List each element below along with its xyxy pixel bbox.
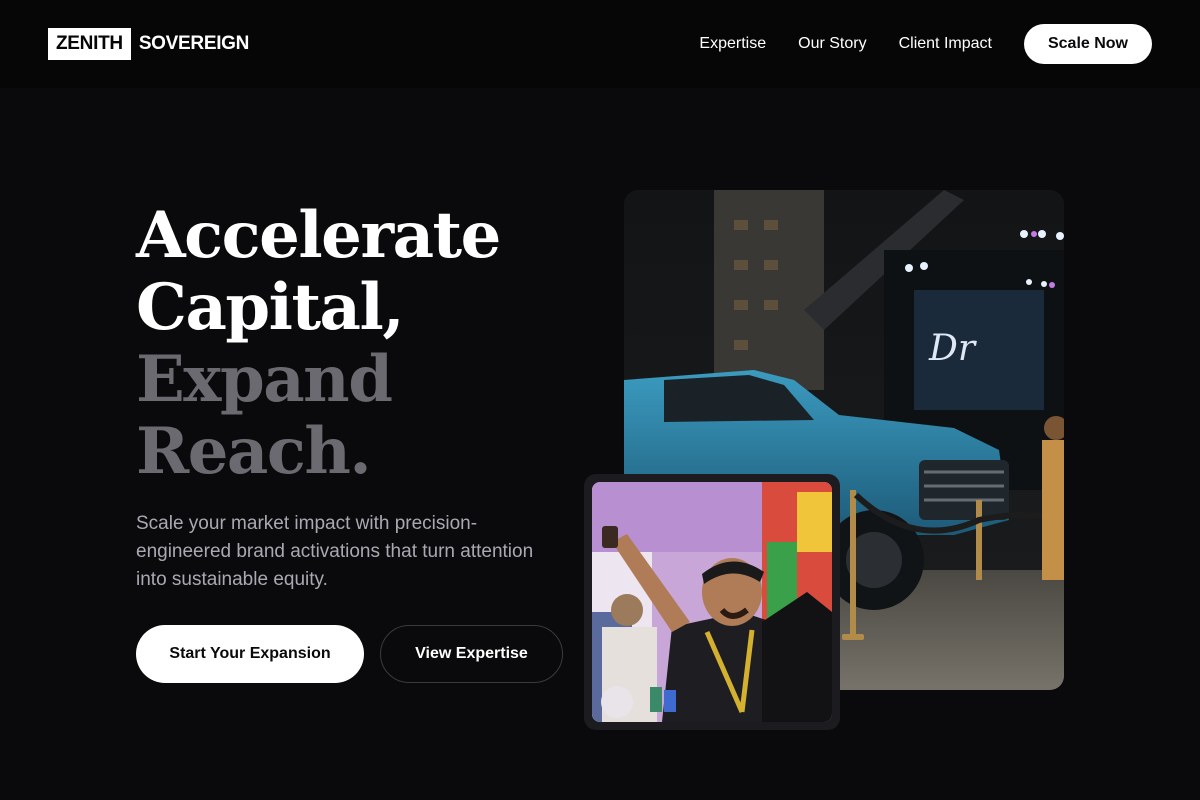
scale-now-button[interactable]: Scale Now: [1023, 24, 1152, 64]
headline-line-1: Accelerate: [136, 198, 501, 273]
hero-headline: Accelerate Capital, Expand Reach.: [136, 198, 501, 489]
brand-logo[interactable]: ZENITH SOVEREIGN: [48, 28, 249, 60]
svg-text:Dr: Dr: [928, 328, 977, 369]
headline-line-2: Capital,: [136, 270, 405, 345]
nav-link-client-impact[interactable]: Client Impact: [899, 35, 992, 53]
view-expertise-button[interactable]: View Expertise: [380, 625, 563, 683]
expo-selfie-photo: [592, 482, 832, 722]
nav-link-expertise[interactable]: Expertise: [699, 35, 766, 53]
logo-wordmark: SOVEREIGN: [138, 33, 250, 54]
headline-line-3: Expand: [136, 342, 393, 417]
inset-image-frame: [584, 474, 840, 730]
headline-line-4: Reach.: [136, 414, 372, 489]
main-nav: Expertise Our Story Client Impact Scale …: [699, 24, 1152, 64]
logo-mark: ZENITH: [48, 28, 131, 60]
hero-subheadline: Scale your market impact with precision-…: [136, 513, 534, 590]
site-header: ZENITH SOVEREIGN Expertise Our Story Cli…: [0, 0, 1200, 88]
start-expansion-button[interactable]: Start Your Expansion: [136, 625, 364, 683]
inset-image-selfie: [592, 482, 832, 722]
nav-link-our-story[interactable]: Our Story: [798, 35, 866, 53]
